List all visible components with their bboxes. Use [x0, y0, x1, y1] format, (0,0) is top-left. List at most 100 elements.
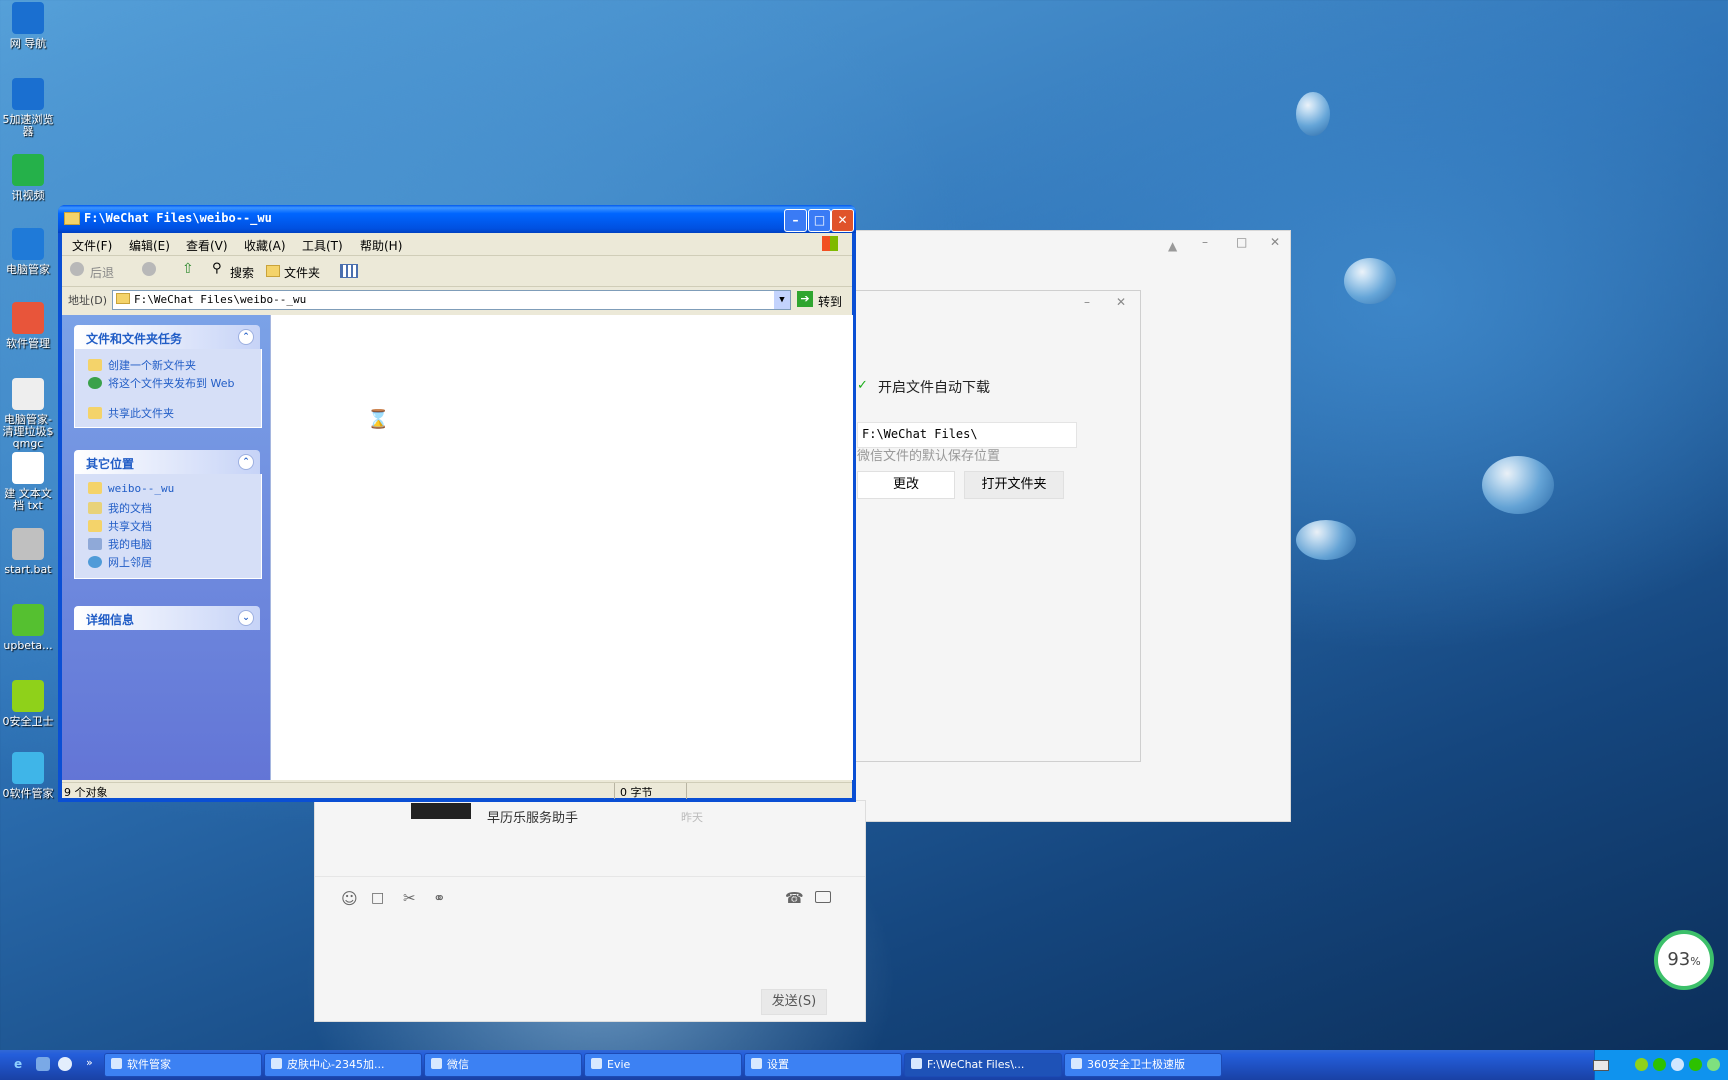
place-shared-documents[interactable]: 共享文档 — [88, 518, 152, 534]
maximize-icon[interactable]: □ — [1236, 235, 1247, 249]
taskbar-button[interactable]: Evie — [584, 1053, 742, 1077]
forward-arrow-icon[interactable] — [142, 262, 156, 276]
taskbar-button[interactable]: 软件管家 — [104, 1053, 262, 1077]
keyboard-icon[interactable] — [1593, 1060, 1609, 1071]
menu-file[interactable]: 文件(F) — [72, 237, 112, 254]
computer-icon — [88, 538, 102, 550]
speed-widget-value: 93 — [1667, 949, 1691, 970]
folder-icon — [116, 293, 130, 304]
other-places-header[interactable]: 其它位置 ⌃ — [74, 450, 260, 474]
task-app-icon — [911, 1058, 922, 1069]
ie-icon — [12, 2, 44, 34]
change-button[interactable]: 更改 — [857, 471, 955, 499]
chevron-down-icon[interactable]: ▼ — [774, 291, 790, 309]
task-label: 软件管家 — [127, 1058, 171, 1071]
desktop-icon[interactable]: 网 导航 — [0, 2, 56, 50]
desktop-icon[interactable]: 电脑管家 — [0, 228, 56, 276]
desktop-icon[interactable]: start.bat — [0, 528, 56, 576]
save-path-value: F:\WeChat Files\ — [862, 427, 978, 441]
desktop-icon[interactable]: 软件管理 — [0, 302, 56, 350]
chat-history-icon[interactable]: ⚭ — [433, 889, 446, 907]
close-button[interactable]: ✕ — [831, 209, 854, 232]
task-share-folder[interactable]: 共享此文件夹 — [88, 405, 174, 421]
taskbar-button[interactable]: 微信 — [424, 1053, 582, 1077]
menu-edit[interactable]: 编辑(E) — [129, 237, 170, 254]
close-icon[interactable]: ✕ — [1116, 295, 1126, 309]
ie-quicklaunch-icon[interactable]: e — [14, 1057, 22, 1071]
pin-icon[interactable]: ▲ — [1168, 239, 1177, 253]
folder-icon — [64, 212, 80, 225]
desktop-icon[interactable]: 电脑管家-清理垃圾$ qmgc — [0, 378, 56, 450]
chat-list-item[interactable]: 早历乐服务助手 昨天 — [411, 803, 711, 826]
collapse-icon[interactable]: ⌃ — [238, 329, 254, 345]
desktop-icon[interactable]: 建 文本文档 txt — [0, 452, 56, 512]
tray-360-icon[interactable] — [1635, 1058, 1648, 1071]
file-list-area[interactable]: ⌛ — [270, 315, 853, 780]
desktop-icon[interactable]: 0软件管家 — [0, 752, 56, 800]
go-button[interactable]: 转到 — [818, 293, 842, 310]
scissors-icon[interactable]: ✂ — [403, 889, 416, 907]
minimize-button[interactable]: – — [784, 209, 807, 232]
desktop-icon-label: 0安全卫士 — [2, 715, 54, 728]
tasks-panel-header[interactable]: 文件和文件夹任务 ⌃ — [74, 325, 260, 349]
expand-icon[interactable]: ⌄ — [238, 610, 254, 626]
tray-wechat-icon[interactable] — [1653, 1058, 1666, 1071]
task-label: 皮肤中心-2345加... — [287, 1058, 385, 1071]
open-folder-button[interactable]: 打开文件夹 — [964, 471, 1064, 499]
collapse-icon[interactable]: ⌃ — [238, 454, 254, 470]
menu-favorites[interactable]: 收藏(A) — [244, 237, 286, 254]
quicklaunch-expand-icon[interactable]: » — [86, 1056, 93, 1069]
folders-button[interactable]: 文件夹 — [284, 264, 320, 281]
tray-wechat-icon[interactable] — [1689, 1058, 1702, 1071]
minimize-icon[interactable]: – — [1202, 235, 1208, 249]
place-my-documents[interactable]: 我的文档 — [88, 500, 152, 516]
desktop-icon[interactable]: 讯视频 — [0, 154, 56, 202]
desktop-icon-label: 网 导航 — [9, 37, 47, 50]
minimize-icon[interactable]: – — [1084, 295, 1090, 309]
speed-widget[interactable]: 93% — [1654, 930, 1714, 990]
send-button[interactable]: 发送(S) — [761, 989, 827, 1015]
video-call-icon[interactable] — [815, 891, 831, 903]
chat-divider — [315, 876, 865, 877]
phone-icon[interactable]: ☎ — [785, 889, 804, 907]
back-button[interactable]: 后退 — [90, 264, 114, 281]
task-app-icon — [271, 1058, 282, 1069]
emoji-icon[interactable]: ☺ — [341, 889, 358, 908]
desktop-icon[interactable]: upbeta... — [0, 604, 56, 652]
views-icon[interactable] — [340, 264, 358, 278]
task-publish-web[interactable]: 将这个文件夹发布到 Web — [88, 375, 238, 391]
desktop-icon-label: 电脑管家-清理垃圾$ qmgc — [2, 413, 54, 450]
desktop-icon-label: 软件管理 — [6, 337, 50, 350]
tray-app-icon[interactable] — [1707, 1058, 1720, 1071]
other-places-body: weibo--_wu 我的文档 共享文档 我的电脑 网上邻居 — [74, 474, 262, 579]
details-header[interactable]: 详细信息 ⌄ — [74, 606, 260, 630]
menu-view[interactable]: 查看(V) — [186, 237, 228, 254]
menu-tools[interactable]: 工具(T) — [302, 237, 343, 254]
close-icon[interactable]: ✕ — [1270, 235, 1280, 249]
back-arrow-icon[interactable] — [70, 262, 84, 276]
up-folder-icon[interactable]: ⇧ — [182, 261, 194, 277]
place-weibo[interactable]: weibo--_wu — [88, 482, 174, 495]
quicklaunch-icon[interactable] — [58, 1057, 72, 1071]
task-new-folder[interactable]: 创建一个新文件夹 — [88, 357, 196, 373]
taskbar-button[interactable]: 360安全卫士极速版 — [1064, 1053, 1222, 1077]
quicklaunch-icon[interactable] — [36, 1057, 50, 1071]
water-drop — [1296, 92, 1330, 136]
explorer-title-bar[interactable]: F:\WeChat Files\weibo--_wu – □ ✕ — [58, 205, 856, 233]
search-button[interactable]: 搜索 — [230, 264, 254, 281]
desktop-icon[interactable]: 0安全卫士 — [0, 680, 56, 728]
folder-icon[interactable]: □ — [371, 890, 384, 906]
desktop-icon[interactable]: 5加速浏览器 — [0, 78, 56, 138]
maximize-button[interactable]: □ — [808, 209, 831, 232]
place-my-computer[interactable]: 我的电脑 — [88, 536, 152, 552]
auto-download-checkbox[interactable]: ✓ — [857, 378, 868, 393]
menu-help[interactable]: 帮助(H) — [360, 237, 402, 254]
taskbar-button[interactable]: 皮肤中心-2345加... — [264, 1053, 422, 1077]
taskbar-button[interactable]: F:\WeChat Files\... — [904, 1053, 1062, 1077]
tray-network-icon[interactable] — [1671, 1058, 1684, 1071]
taskbar-button[interactable]: 设置 — [744, 1053, 902, 1077]
go-arrow-icon[interactable]: ➔ — [797, 291, 813, 307]
address-input[interactable]: F:\WeChat Files\weibo--_wu ▼ — [112, 290, 791, 310]
windows-logo-icon — [822, 236, 838, 251]
place-network[interactable]: 网上邻居 — [88, 554, 152, 570]
